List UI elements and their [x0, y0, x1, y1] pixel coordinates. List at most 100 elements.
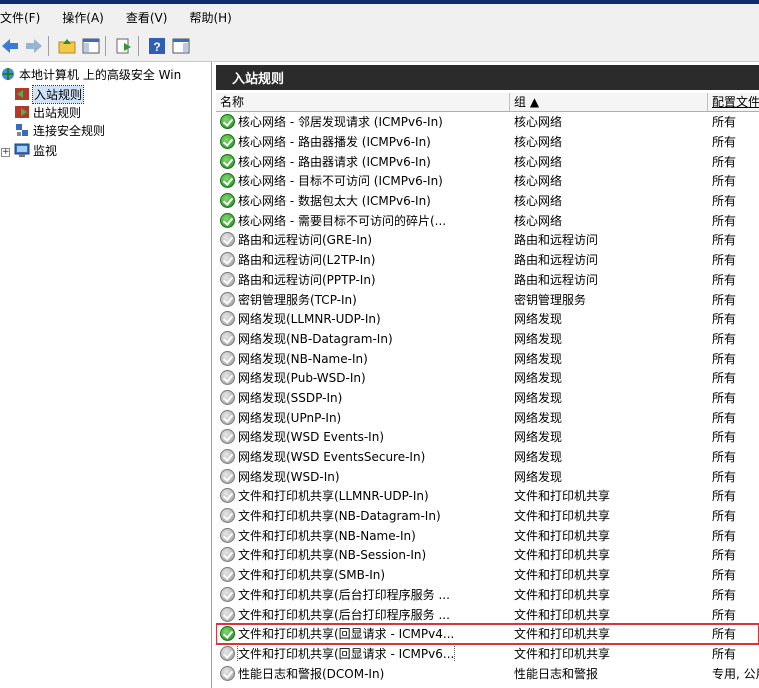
- rule-enabled-icon: [220, 114, 235, 130]
- rule-name-cell: 网络发现(WSD EventsSecure-In): [220, 448, 510, 465]
- rule-group: 文件和打印机共享: [514, 627, 611, 642]
- table-row[interactable]: 网络发现(Pub-WSD-In) 网络发现 所有: [216, 368, 759, 388]
- rule-name: 文件和打印机共享(NB-Name-In): [238, 528, 416, 543]
- table-row[interactable]: 核心网络 - 路由器请求 (ICMPv6-In) 核心网络 所有: [216, 151, 759, 171]
- rule-enabled-icon: [220, 212, 235, 228]
- column-header-group[interactable]: 组 ▲: [510, 93, 708, 111]
- table-row[interactable]: 网络发现(LLMNR-UDP-In) 网络发现 所有: [216, 309, 759, 329]
- rule-name: 核心网络 - 目标不可访问 (ICMPv6-In): [238, 174, 443, 189]
- rule-profile: 所有: [712, 627, 737, 642]
- show-hide-action-pane-icon[interactable]: [171, 36, 191, 56]
- menu-file[interactable]: 文件(F): [0, 9, 40, 26]
- rule-profile: 所有: [712, 154, 737, 169]
- tree-item-monitoring[interactable]: 监视: [14, 141, 57, 159]
- table-row[interactable]: 核心网络 - 路由器播发 (ICMPv6-In) 核心网络 所有: [216, 132, 759, 152]
- table-row[interactable]: 性能日志和警报(DCOM-In) 性能日志和警报 专用, 公用: [216, 663, 759, 683]
- table-row[interactable]: 网络发现(WSD-In) 网络发现 所有: [216, 466, 759, 486]
- rule-profile: 所有: [712, 174, 737, 189]
- rule-name-cell: 核心网络 - 邻居发现请求 (ICMPv6-In): [220, 113, 510, 130]
- rule-name: 网络发现(WSD Events-In): [238, 430, 385, 445]
- rule-name-cell: 文件和打印机共享(NB-Session-In): [220, 546, 510, 563]
- table-row[interactable]: 文件和打印机共享(NB-Name-In) 文件和打印机共享 所有: [216, 525, 759, 545]
- rule-disabled-icon: [220, 330, 235, 346]
- table-row[interactable]: 核心网络 - 邻居发现请求 (ICMPv6-In) 核心网络 所有: [216, 112, 759, 132]
- table-row[interactable]: 密钥管理服务(TCP-In) 密钥管理服务 所有: [216, 289, 759, 309]
- rule-name-cell: 文件和打印机共享(后台打印程序服务 ...: [220, 606, 510, 623]
- table-row[interactable]: 文件和打印机共享(回显请求 - ICMPv4... 文件和打印机共享 所有: [216, 622, 759, 645]
- rule-name: 文件和打印机共享(回显请求 - ICMPv6...: [236, 644, 456, 662]
- table-row[interactable]: 文件和打印机共享(SMB-In) 文件和打印机共享 所有: [216, 565, 759, 585]
- rule-name: 核心网络 - 邻居发现请求 (ICMPv6-In): [238, 115, 443, 130]
- tree-item-inbound-rules[interactable]: 入站规则: [14, 84, 85, 104]
- table-row[interactable]: 文件和打印机共享(NB-Datagram-In) 文件和打印机共享 所有: [216, 506, 759, 526]
- rule-profile: 所有: [712, 213, 737, 228]
- toolbar-separator: [105, 35, 106, 56]
- rules-list: 核心网络 - 邻居发现请求 (ICMPv6-In) 核心网络 所有 核心网络 - 路由…: [216, 112, 759, 683]
- table-row[interactable]: 网络发现(SSDP-In) 网络发现 所有: [216, 388, 759, 408]
- expand-monitor-toggle[interactable]: +: [1, 148, 10, 157]
- tree-label: 入站规则: [31, 84, 85, 104]
- rule-group: 网络发现: [514, 410, 563, 425]
- rule-profile: 所有: [712, 292, 737, 307]
- rule-profile: 所有: [712, 312, 737, 327]
- rule-name: 文件和打印机共享(NB-Session-In): [238, 548, 427, 563]
- table-row[interactable]: 网络发现(NB-Name-In) 网络发现 所有: [216, 348, 759, 368]
- rule-profile: 所有: [712, 410, 737, 425]
- tree-root[interactable]: 本地计算机 上的高级安全 Win: [0, 65, 181, 83]
- rule-enabled-icon: [220, 193, 235, 209]
- table-row[interactable]: 文件和打印机共享(后台打印程序服务 ... 文件和打印机共享 所有: [216, 585, 759, 605]
- inbound-rules-icon: [15, 88, 29, 100]
- up-folder-icon[interactable]: [57, 36, 77, 56]
- table-row[interactable]: 网络发现(NB-Datagram-In) 网络发现 所有: [216, 329, 759, 349]
- menu-action[interactable]: 操作(A): [62, 9, 104, 26]
- rule-name: 文件和打印机共享(SMB-In): [238, 568, 386, 583]
- tree-item-connection-security-rules[interactable]: 连接安全规则: [14, 121, 105, 139]
- rule-group: 文件和打印机共享: [514, 568, 611, 583]
- rule-profile: 所有: [712, 115, 737, 130]
- export-list-icon[interactable]: [114, 36, 134, 56]
- rule-disabled-icon: [220, 232, 235, 248]
- show-hide-tree-icon[interactable]: [81, 36, 101, 56]
- help-icon[interactable]: ?: [147, 36, 167, 56]
- column-header-name[interactable]: 名称: [216, 93, 510, 111]
- rule-group: 核心网络: [514, 174, 563, 189]
- rule-group: 核心网络: [514, 154, 563, 169]
- tree-label: 出站规则: [33, 105, 82, 120]
- table-row[interactable]: 核心网络 - 目标不可访问 (ICMPv6-In) 核心网络 所有: [216, 171, 759, 191]
- rule-profile: 所有: [712, 548, 737, 563]
- column-header-profile[interactable]: 配置文件: [708, 93, 759, 111]
- back-icon[interactable]: [0, 36, 20, 56]
- table-row[interactable]: 网络发现(UPnP-In) 网络发现 所有: [216, 407, 759, 427]
- table-row[interactable]: 网络发现(WSD EventsSecure-In) 网络发现 所有: [216, 447, 759, 467]
- table-row[interactable]: 核心网络 - 数据包太大 (ICMPv6-In) 核心网络 所有: [216, 191, 759, 211]
- rule-group: 核心网络: [514, 194, 563, 209]
- table-row[interactable]: 网络发现(WSD Events-In) 网络发现 所有: [216, 427, 759, 447]
- rule-name-cell: 文件和打印机共享(NB-Datagram-In): [220, 507, 510, 524]
- table-row[interactable]: 路由和远程访问(GRE-In) 路由和远程访问 所有: [216, 230, 759, 250]
- table-row[interactable]: 路由和远程访问(L2TP-In) 路由和远程访问 所有: [216, 250, 759, 270]
- table-row[interactable]: 文件和打印机共享(后台打印程序服务 ... 文件和打印机共享 所有: [216, 604, 759, 624]
- rule-group: 网络发现: [514, 371, 563, 386]
- table-row[interactable]: 文件和打印机共享(NB-Session-In) 文件和打印机共享 所有: [216, 545, 759, 565]
- rule-name: 文件和打印机共享(LLMNR-UDP-In): [238, 489, 429, 504]
- rule-name-cell: 核心网络 - 需要目标不可访问的碎片(...: [220, 212, 510, 229]
- rule-disabled-icon: [220, 645, 235, 661]
- toolbar: ?: [0, 30, 759, 62]
- table-row[interactable]: 路由和远程访问(PPTP-In) 路由和远程访问 所有: [216, 270, 759, 290]
- menu-help[interactable]: 帮助(H): [189, 9, 231, 26]
- tree-item-outbound-rules[interactable]: 出站规则: [14, 103, 81, 121]
- rule-group: 网络发现: [514, 450, 563, 465]
- rule-disabled-icon: [220, 370, 235, 386]
- table-row[interactable]: 文件和打印机共享(LLMNR-UDP-In) 文件和打印机共享 所有: [216, 486, 759, 506]
- rule-name-cell: 路由和远程访问(PPTP-In): [220, 271, 510, 288]
- forward-icon[interactable]: [24, 36, 44, 56]
- rule-disabled-icon: [220, 527, 235, 543]
- rule-group: 核心网络: [514, 213, 563, 228]
- rule-profile: 所有: [712, 587, 737, 602]
- rule-profile: 所有: [712, 607, 737, 622]
- rule-group: 网络发现: [514, 351, 563, 366]
- rule-disabled-icon: [220, 350, 235, 366]
- table-row[interactable]: 核心网络 - 需要目标不可访问的碎片(... 核心网络 所有: [216, 210, 759, 230]
- table-row[interactable]: 文件和打印机共享(回显请求 - ICMPv6... 文件和打印机共享 所有: [216, 644, 759, 664]
- menu-view[interactable]: 查看(V): [126, 9, 168, 26]
